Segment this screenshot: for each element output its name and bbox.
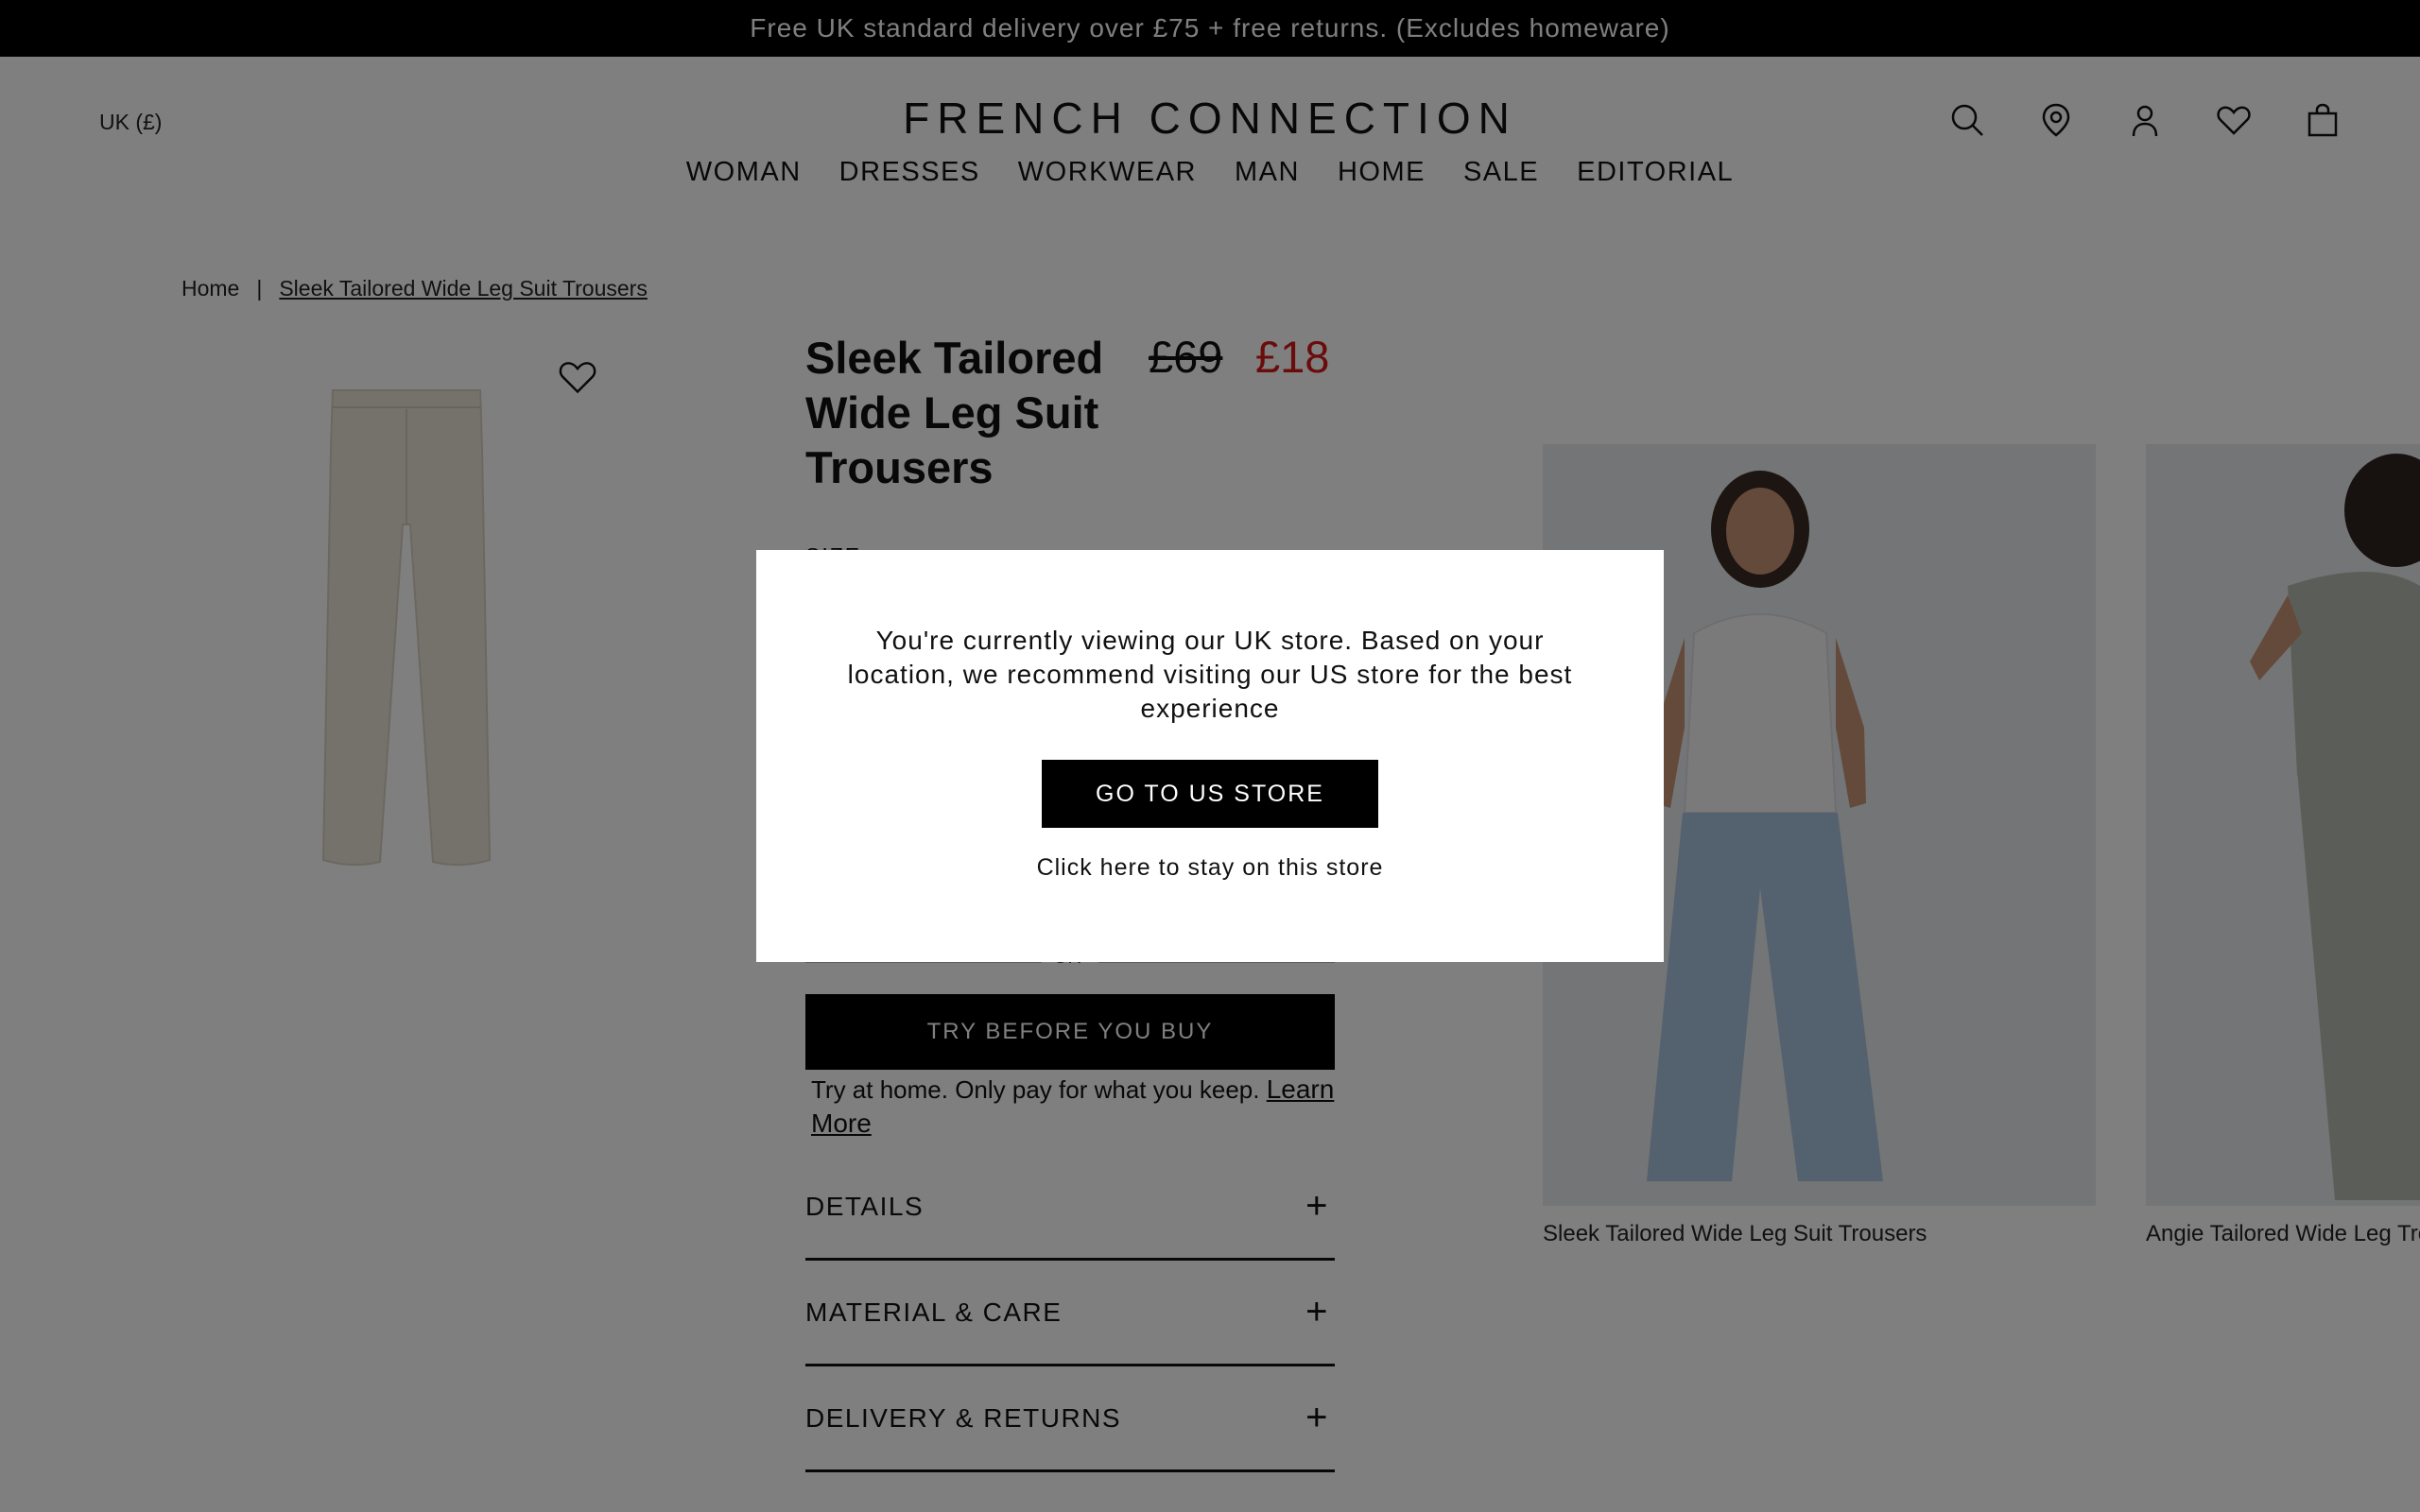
store-redirect-modal: You're currently viewing our UK store. B… bbox=[756, 550, 1664, 962]
stay-on-store-link[interactable]: Click here to stay on this store bbox=[756, 854, 1664, 882]
modal-message: You're currently viewing our UK store. B… bbox=[847, 626, 1573, 723]
go-to-us-store-button[interactable]: GO TO US STORE bbox=[1042, 760, 1378, 828]
